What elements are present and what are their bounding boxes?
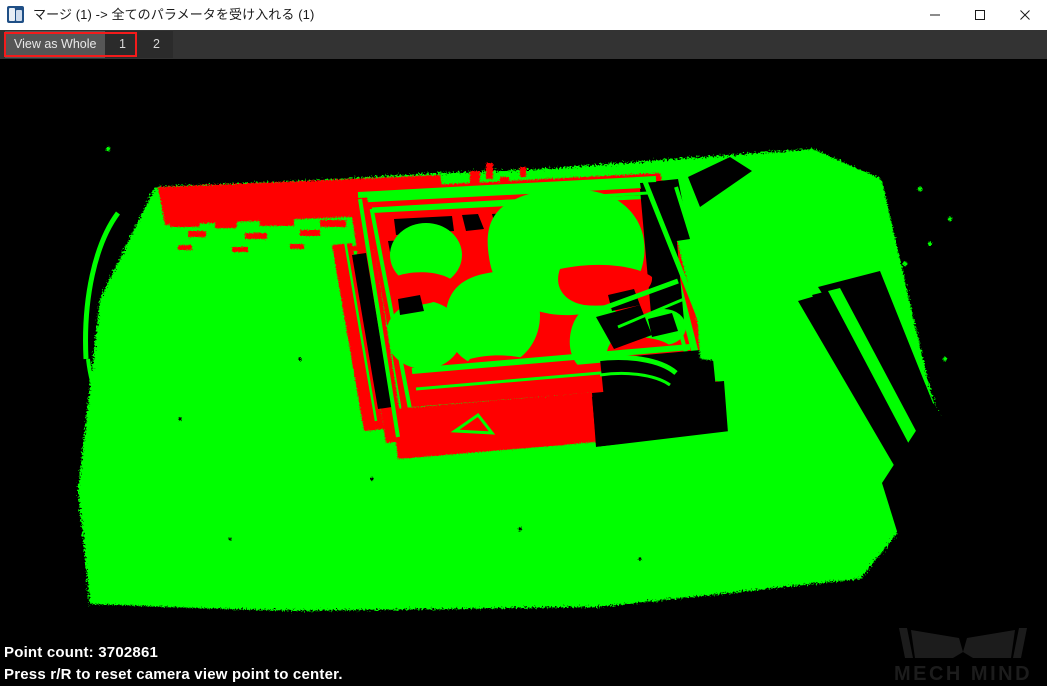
mech-mind-watermark: MECH MIND xyxy=(894,628,1032,684)
point-cloud-render xyxy=(0,59,1047,686)
watermark-text: MECH MIND xyxy=(894,663,1032,684)
app-icon xyxy=(7,6,24,23)
cloud-1-button[interactable]: 1 xyxy=(105,31,140,58)
toolbar-button-group: View as Whole 1 2 xyxy=(5,31,174,58)
window-title: マージ (1) -> 全てのパラメータを受け入れる (1) xyxy=(33,7,315,22)
maximize-icon xyxy=(974,9,985,20)
maximize-button[interactable] xyxy=(957,0,1002,29)
point-cloud-canvas[interactable]: Point count: 3702861 Press r/R to reset … xyxy=(0,59,1047,686)
title-bar: マージ (1) -> 全てのパラメータを受け入れる (1) xyxy=(0,0,1047,30)
point-count-label: Point count: 3702861 xyxy=(4,644,159,661)
minimize-icon xyxy=(929,14,940,15)
toolbar: View as Whole 1 2 xyxy=(0,30,1047,59)
point-cloud-viewer-window: マージ (1) -> 全てのパラメータを受け入れる (1) View as Wh… xyxy=(0,0,1047,686)
cloud-2-button[interactable]: 2 xyxy=(139,31,174,58)
close-button[interactable] xyxy=(1002,0,1047,29)
reset-hint-label: Press r/R to reset camera view point to … xyxy=(4,666,343,683)
minimize-button[interactable] xyxy=(912,0,957,29)
view-as-whole-button[interactable]: View as Whole xyxy=(5,31,106,58)
close-icon xyxy=(1019,9,1030,20)
window-controls xyxy=(912,0,1047,29)
